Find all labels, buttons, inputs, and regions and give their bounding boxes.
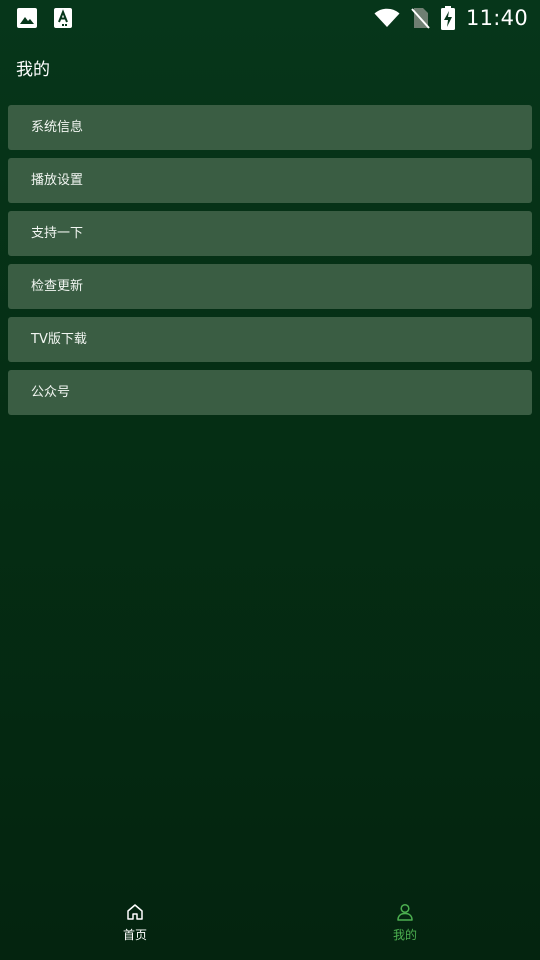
- menu-item-system-info[interactable]: 系统信息: [8, 105, 532, 150]
- status-bar-right: 11:40: [374, 4, 528, 32]
- no-sim-icon: [411, 8, 430, 29]
- wifi-icon: [374, 8, 400, 27]
- status-bar: 11:40: [0, 0, 540, 36]
- nav-tab-home[interactable]: 首页: [0, 888, 270, 960]
- menu-item-check-update[interactable]: 检查更新: [8, 264, 532, 309]
- menu-item-tv-download[interactable]: TV版下载: [8, 317, 532, 362]
- nav-tab-mine-label: 我的: [392, 928, 417, 942]
- status-time: 11:40: [465, 6, 528, 30]
- menu-item-label: 检查更新: [31, 278, 84, 294]
- page-title: 我的: [16, 60, 50, 80]
- settings-menu: 系统信息 播放设置 支持一下 检查更新 TV版下载 公众号: [8, 105, 532, 423]
- image-icon: [17, 8, 37, 28]
- bottom-nav: 首页 我的: [0, 888, 540, 960]
- menu-item-label: 支持一下: [31, 225, 84, 241]
- status-bar-left: [16, 7, 72, 29]
- menu-item-label: 系统信息: [31, 119, 84, 135]
- menu-item-support[interactable]: 支持一下: [8, 211, 532, 256]
- menu-item-playback-settings[interactable]: 播放设置: [8, 158, 532, 203]
- font-a-icon: [54, 8, 72, 28]
- menu-item-label: 公众号: [31, 384, 71, 400]
- menu-item-label: TV版下载: [31, 331, 87, 347]
- nav-tab-home-label: 首页: [122, 928, 147, 942]
- user-icon: [397, 903, 413, 921]
- menu-item-label: 播放设置: [31, 172, 84, 188]
- home-icon: [127, 904, 143, 920]
- nav-tab-mine[interactable]: 我的: [270, 888, 540, 960]
- screen: 11:40 我的 系统信息 播放设置 支持一下 检查更新 TV版下载 公众号 首…: [0, 0, 540, 960]
- menu-item-official-account[interactable]: 公众号: [8, 370, 532, 415]
- battery-charging-icon: [440, 6, 455, 30]
